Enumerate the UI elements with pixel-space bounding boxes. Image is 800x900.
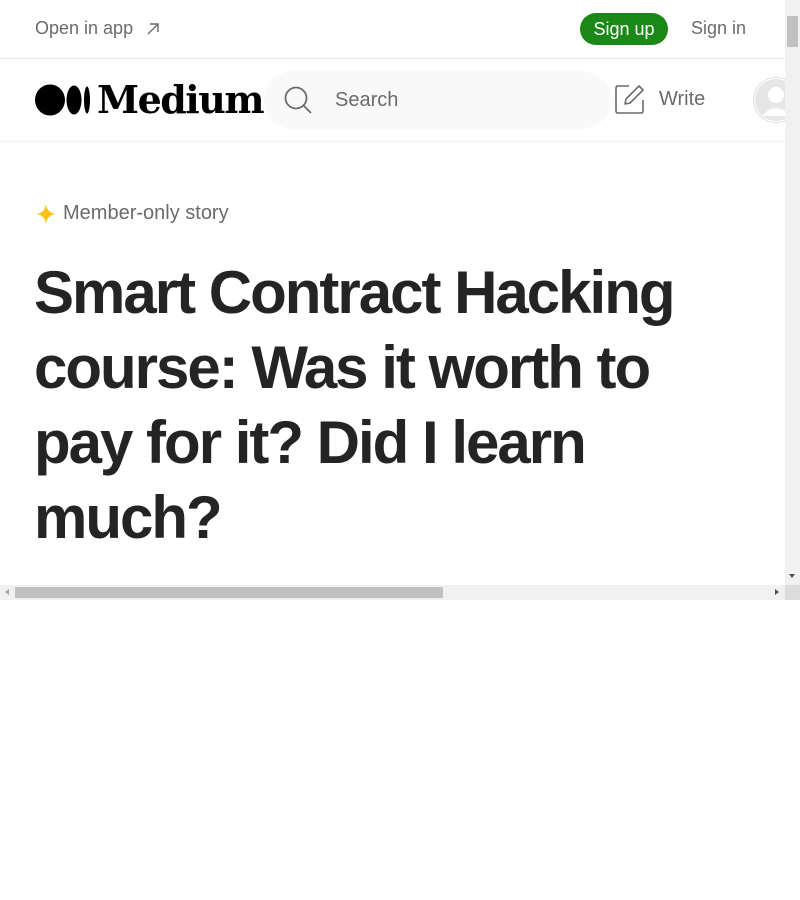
member-only-label: Member-only story	[63, 202, 229, 224]
search-bar[interactable]	[264, 71, 611, 129]
open-in-app-link[interactable]: Open in app	[35, 18, 161, 39]
sign-in-link[interactable]: Sign in	[691, 18, 746, 39]
site-header: Medium Write	[0, 59, 785, 142]
sign-up-button[interactable]: Sign up	[580, 13, 668, 45]
medium-logo-icon	[35, 84, 90, 116]
sign-in-label: Sign in	[691, 18, 747, 38]
medium-logo[interactable]: Medium	[35, 77, 265, 122]
search-icon	[284, 86, 312, 114]
logo-wordmark: Medium	[97, 77, 265, 122]
scroll-down-arrow-icon[interactable]	[789, 574, 795, 578]
sign-up-label: Sign up	[593, 18, 655, 39]
star-icon	[36, 203, 56, 224]
browser-viewport: Open in app Sign up Sign in Medium Searc…	[0, 0, 800, 600]
scroll-left-arrow-icon[interactable]	[5, 589, 9, 595]
vertical-scroll-thumb[interactable]	[787, 16, 798, 47]
member-only-badge: Member-only story	[35, 202, 229, 225]
scrollbar-corner	[785, 585, 800, 600]
top-bar: Open in app Sign up Sign in	[0, 0, 785, 59]
avatar-icon	[755, 79, 785, 121]
open-in-app-label: Open in app	[35, 18, 134, 38]
write-icon	[615, 85, 644, 114]
avatar[interactable]	[753, 77, 785, 123]
horizontal-scrollbar[interactable]	[0, 585, 785, 600]
horizontal-scroll-thumb[interactable]	[15, 587, 443, 598]
arrow-up-right-icon	[147, 22, 159, 34]
vertical-scrollbar[interactable]	[785, 0, 800, 585]
write-label: Write	[659, 87, 706, 110]
scroll-right-arrow-icon[interactable]	[775, 589, 779, 595]
search-input[interactable]	[333, 87, 587, 113]
article-title: Smart Contract Hacking course: Was it wo…	[34, 259, 676, 551]
write-button[interactable]: Write	[614, 83, 705, 115]
page: Open in app Sign up Sign in Medium Searc…	[0, 0, 785, 585]
